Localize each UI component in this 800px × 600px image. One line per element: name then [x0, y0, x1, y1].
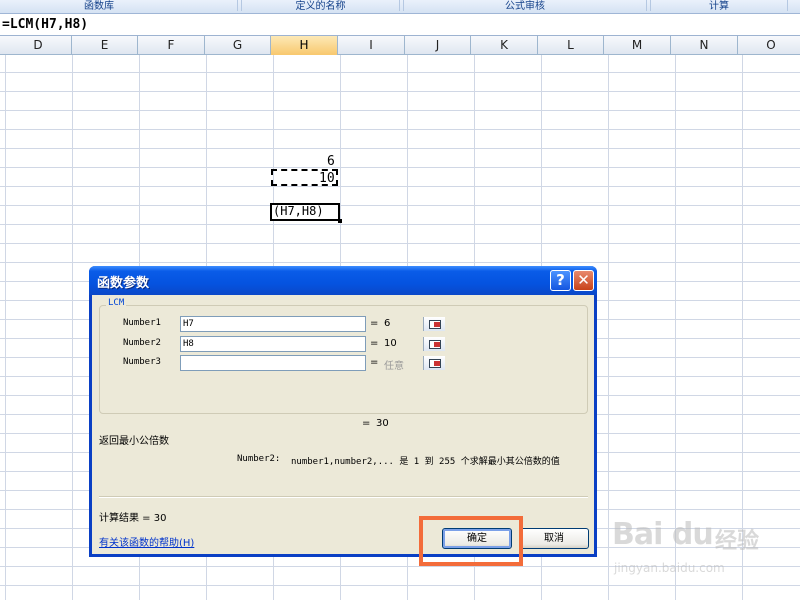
watermark-brand: Bai du [612, 517, 714, 552]
collapse-dialog-icon[interactable] [423, 317, 445, 331]
watermark-jingyan: 经验 [715, 529, 760, 554]
formula-bar[interactable]: =LCM(H7,H8) [0, 14, 800, 36]
column-header-l[interactable]: L [538, 36, 604, 55]
cell-h8[interactable]: 10 [319, 171, 335, 186]
arg-input-number2[interactable]: H8 [180, 336, 445, 352]
watermark-url: jingyan.baidu.com [614, 561, 725, 575]
ok-button-highlight-box [419, 516, 523, 566]
column-header-o[interactable]: O [738, 36, 800, 55]
argument-description-label: Number2: [237, 454, 281, 464]
column-header-j[interactable]: J [405, 36, 471, 55]
column-header-m[interactable]: M [604, 36, 671, 55]
dialog-title: 函数参数 [97, 276, 150, 291]
formula-text[interactable]: =LCM(H7,H8) [2, 17, 88, 32]
baidu-jingyan-watermark: Bai du 经验 jingyan.baidu.com [612, 517, 782, 581]
arg-equals: = [370, 338, 379, 349]
collapse-dialog-icon[interactable] [423, 337, 445, 351]
ribbon-tab-formula-auditing[interactable]: 公式审核 [403, 0, 647, 11]
cancel-button[interactable]: 取消 [519, 528, 589, 549]
arguments-group: LCM Number1 H7 = 6 Number2 H8 = 10 Numbe… [99, 298, 588, 414]
argument-description-text: number1,number2,... 是 1 到 255 个求解最小其公倍数的… [291, 457, 560, 467]
arg-label-number1: Number1 [123, 318, 161, 328]
arg-equals: = [370, 357, 379, 368]
arg-result-number1: 6 [384, 318, 391, 329]
column-header-i[interactable]: I [338, 36, 405, 55]
total-equals: = [362, 418, 371, 429]
ribbon-tab-defined-names[interactable]: 定义的名称 [241, 0, 400, 11]
column-header-d[interactable]: D [5, 36, 72, 55]
function-name: LCM [106, 298, 127, 308]
arg-input-number2-value: H8 [183, 339, 194, 349]
column-header-g[interactable]: G [205, 36, 271, 55]
column-header-e[interactable]: E [72, 36, 138, 55]
arg-input-number1[interactable]: H7 [180, 316, 445, 332]
cell-h7[interactable]: 6 [327, 154, 335, 169]
column-header-f[interactable]: F [138, 36, 205, 55]
divider [99, 496, 588, 498]
dialog-title-bar[interactable]: 函数参数 ? ✕ [89, 266, 597, 295]
active-cell-editor[interactable]: (H7,H8) [270, 203, 342, 223]
arg-label-number3: Number3 [123, 357, 161, 367]
column-header-h[interactable]: H [271, 36, 338, 55]
ribbon-strip: 函数库 定义的名称 公式审核 计算 [0, 0, 800, 14]
arg-result-number3: 任意 [384, 361, 404, 372]
ribbon-tab-function-library[interactable]: 函数库 [0, 0, 238, 11]
collapse-dialog-icon[interactable] [423, 356, 445, 370]
arg-equals: = [370, 318, 379, 329]
formula-total-result: 30 [376, 418, 389, 429]
arg-input-number1-value: H7 [183, 319, 194, 329]
arg-label-number2: Number2 [123, 338, 161, 348]
excel-window: 函数库 定义的名称 公式审核 计算 =LCM(H7,H8) D E F G H … [0, 0, 800, 600]
calculation-result: 计算结果 = 30 [99, 513, 167, 524]
column-header-k[interactable]: K [471, 36, 538, 55]
function-arguments-dialog: 函数参数 ? ✕ LCM Number1 H7 = 6 Number2 H8 =… [89, 266, 597, 557]
column-header-n[interactable]: N [671, 36, 738, 55]
column-headers: D E F G H I J K L M N O [0, 36, 800, 55]
arg-result-number2: 10 [384, 338, 397, 349]
close-icon[interactable]: ✕ [573, 270, 594, 291]
ribbon-tab-calculation[interactable]: 计算 [650, 0, 788, 11]
arg-input-number3[interactable] [180, 355, 445, 371]
function-description: 返回最小公倍数 [99, 436, 169, 447]
help-icon[interactable]: ? [550, 270, 571, 291]
function-help-link[interactable]: 有关该函数的帮助(H) [99, 534, 194, 549]
